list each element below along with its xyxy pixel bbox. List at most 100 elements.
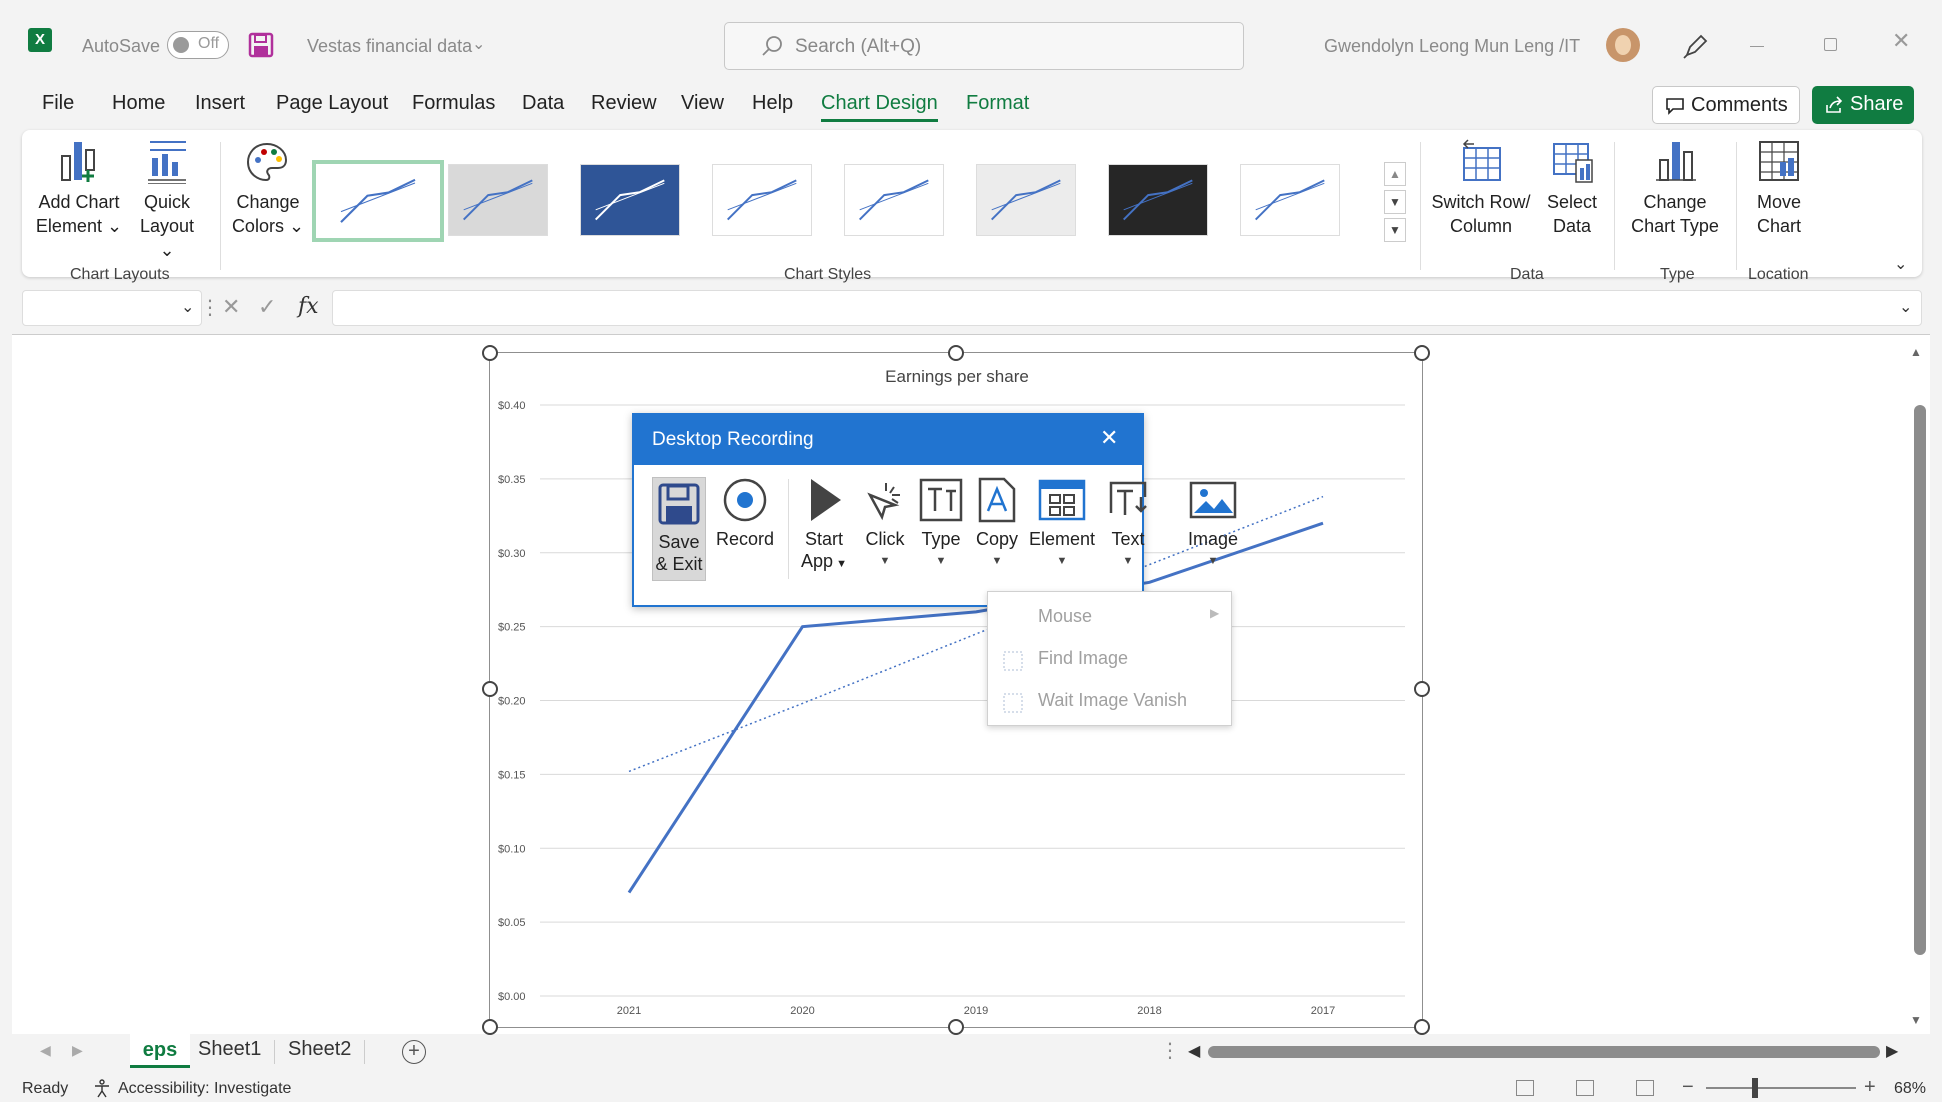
resize-handle-bottom-right[interactable] bbox=[1414, 1019, 1430, 1035]
menu-chart-design[interactable]: Chart Design bbox=[821, 92, 938, 122]
chart-style-7[interactable] bbox=[1108, 164, 1208, 236]
chart-style-5[interactable] bbox=[844, 164, 944, 236]
enter-formula-icon[interactable]: ✓ bbox=[258, 294, 276, 320]
menu-view[interactable]: View bbox=[681, 92, 724, 115]
name-box[interactable]: ⌄ bbox=[22, 290, 202, 326]
menu-item-find-image[interactable]: Find Image bbox=[1038, 648, 1128, 669]
click-cursor-icon bbox=[867, 483, 900, 521]
save-exit-button[interactable]: Save & Exit bbox=[652, 477, 706, 581]
start-app-button[interactable]: Start App ▼ bbox=[794, 477, 854, 575]
accessibility-status[interactable]: Accessibility: Investigate bbox=[118, 1080, 291, 1098]
move-chart-button[interactable]: Move Chart bbox=[1744, 138, 1814, 238]
resize-handle-top-left[interactable] bbox=[482, 345, 498, 361]
vertical-scrollbar[interactable] bbox=[1914, 405, 1926, 955]
menu-home[interactable]: Home bbox=[112, 92, 165, 115]
menu-item-mouse[interactable]: Mouse bbox=[1038, 606, 1092, 627]
normal-view-icon[interactable] bbox=[1516, 1080, 1534, 1096]
menu-item-wait-image-vanish[interactable]: Wait Image Vanish bbox=[1038, 690, 1187, 711]
add-sheet-icon[interactable]: + bbox=[402, 1040, 426, 1064]
change-chart-type-button[interactable]: Change Chart Type bbox=[1622, 138, 1728, 238]
menu-file[interactable]: File bbox=[42, 92, 74, 115]
sheet-tab-sheet2[interactable]: Sheet2 bbox=[288, 1038, 351, 1061]
scroll-down-arrow[interactable]: ▼ bbox=[1910, 1013, 1922, 1027]
status-ready: Ready bbox=[22, 1080, 69, 1097]
sheet-tab-sheet1[interactable]: Sheet1 bbox=[198, 1038, 261, 1061]
cancel-formula-icon[interactable]: ✕ bbox=[222, 294, 240, 320]
formula-input[interactable]: ⌄ bbox=[332, 290, 1922, 326]
quick-layout-button[interactable]: Quick Layout ⌄ bbox=[130, 138, 204, 260]
change-colors-button[interactable]: Change Colors ⌄ bbox=[230, 138, 306, 238]
close-icon[interactable]: ✕ bbox=[1892, 28, 1910, 54]
resize-handle-bottom-left[interactable] bbox=[482, 1019, 498, 1035]
zoom-slider[interactable] bbox=[1706, 1087, 1856, 1089]
close-icon[interactable]: ✕ bbox=[1100, 425, 1118, 451]
add-chart-element-button[interactable]: Add Chart Element ⌄ bbox=[34, 138, 124, 238]
select-data-button[interactable]: Select Data bbox=[1540, 138, 1604, 238]
pen-icon[interactable] bbox=[1682, 32, 1710, 60]
autosave-toggle[interactable]: Off bbox=[167, 31, 229, 59]
resize-handle-bottom[interactable] bbox=[948, 1019, 964, 1035]
menu-data[interactable]: Data bbox=[522, 92, 564, 115]
minimize-icon[interactable] bbox=[1750, 46, 1764, 47]
menu-insert[interactable]: Insert bbox=[195, 92, 245, 115]
chevron-down-icon[interactable]: ⌄ bbox=[472, 34, 485, 54]
page-layout-view-icon[interactable] bbox=[1576, 1080, 1594, 1096]
tab-scroll-left[interactable]: ◀ bbox=[40, 1042, 51, 1059]
ribbon-collapse-icon[interactable]: ⌄ bbox=[1894, 254, 1907, 274]
text-button[interactable]: Text ▼ bbox=[1100, 477, 1156, 572]
menu-format[interactable]: Format bbox=[966, 92, 1029, 115]
tab-scroll-right[interactable]: ▶ bbox=[72, 1042, 83, 1059]
sheet-tab-eps[interactable]: eps bbox=[130, 1034, 190, 1068]
scroll-up-arrow[interactable]: ▲ bbox=[1910, 345, 1922, 359]
zoom-slider-thumb[interactable] bbox=[1752, 1078, 1758, 1098]
chart-style-8[interactable] bbox=[1240, 164, 1340, 236]
file-name[interactable]: Vestas financial data bbox=[307, 36, 472, 57]
switch-row-column-button[interactable]: Switch Row/Column bbox=[1428, 138, 1534, 238]
more-icon: ⋮ bbox=[1160, 1040, 1180, 1062]
gallery-scroll-down[interactable]: ▼ bbox=[1384, 190, 1406, 214]
chart-style-6[interactable] bbox=[976, 164, 1076, 236]
chart-style-4[interactable] bbox=[712, 164, 812, 236]
select-data-label: Select Data bbox=[1546, 192, 1598, 236]
page-break-view-icon[interactable] bbox=[1636, 1080, 1654, 1096]
hscroll-right-arrow[interactable]: ▶ bbox=[1886, 1041, 1898, 1061]
x-tick-label: 2017 bbox=[1311, 1005, 1335, 1017]
search-box[interactable]: Search (Alt+Q) bbox=[724, 22, 1244, 70]
menu-help[interactable]: Help bbox=[752, 92, 793, 115]
copy-button[interactable]: Copy ▼ bbox=[970, 477, 1024, 572]
zoom-level[interactable]: 68% bbox=[1894, 1080, 1926, 1098]
gallery-more[interactable]: ▼ bbox=[1384, 218, 1406, 242]
more-icon: ⋮ bbox=[200, 297, 220, 319]
menu-page-layout[interactable]: Page Layout bbox=[276, 92, 388, 115]
chart-style-2[interactable] bbox=[448, 164, 548, 236]
comments-button[interactable]: Comments bbox=[1652, 86, 1800, 124]
resize-handle-top-right[interactable] bbox=[1414, 345, 1430, 361]
chart-style-3[interactable] bbox=[580, 164, 680, 236]
copy-icon bbox=[978, 477, 1016, 523]
save-icon[interactable] bbox=[248, 32, 274, 58]
share-icon bbox=[1826, 96, 1843, 113]
type-button[interactable]: Type ▼ bbox=[914, 477, 968, 572]
avatar[interactable] bbox=[1606, 28, 1640, 62]
hscroll-left-arrow[interactable]: ◀ bbox=[1188, 1041, 1200, 1061]
zoom-out-icon[interactable]: − bbox=[1682, 1076, 1694, 1099]
quick-layout-label: Quick Layout ⌄ bbox=[139, 192, 195, 260]
image-button[interactable]: Image ▼ bbox=[1186, 477, 1240, 572]
resize-handle-top[interactable] bbox=[948, 345, 964, 361]
resize-handle-left[interactable] bbox=[482, 681, 498, 697]
gallery-scroll-up[interactable]: ▲ bbox=[1384, 162, 1406, 186]
record-button[interactable]: Record bbox=[714, 477, 776, 550]
group-label-chart-styles: Chart Styles bbox=[784, 266, 872, 283]
zoom-in-icon[interactable]: + bbox=[1864, 1076, 1876, 1099]
resize-handle-right[interactable] bbox=[1414, 681, 1430, 697]
add-chart-element-label: Add Chart Element ⌄ bbox=[35, 192, 123, 236]
share-button[interactable]: Share bbox=[1812, 86, 1914, 124]
menu-review[interactable]: Review bbox=[591, 92, 657, 115]
click-button[interactable]: Click ▼ bbox=[858, 477, 912, 572]
menu-formulas[interactable]: Formulas bbox=[412, 92, 495, 115]
element-button[interactable]: Element ▼ bbox=[1026, 477, 1098, 572]
insert-function-icon[interactable]: fx bbox=[298, 294, 319, 319]
restore-icon[interactable] bbox=[1824, 38, 1837, 51]
chart-style-1[interactable] bbox=[312, 160, 444, 242]
horizontal-scrollbar[interactable] bbox=[1208, 1046, 1880, 1058]
